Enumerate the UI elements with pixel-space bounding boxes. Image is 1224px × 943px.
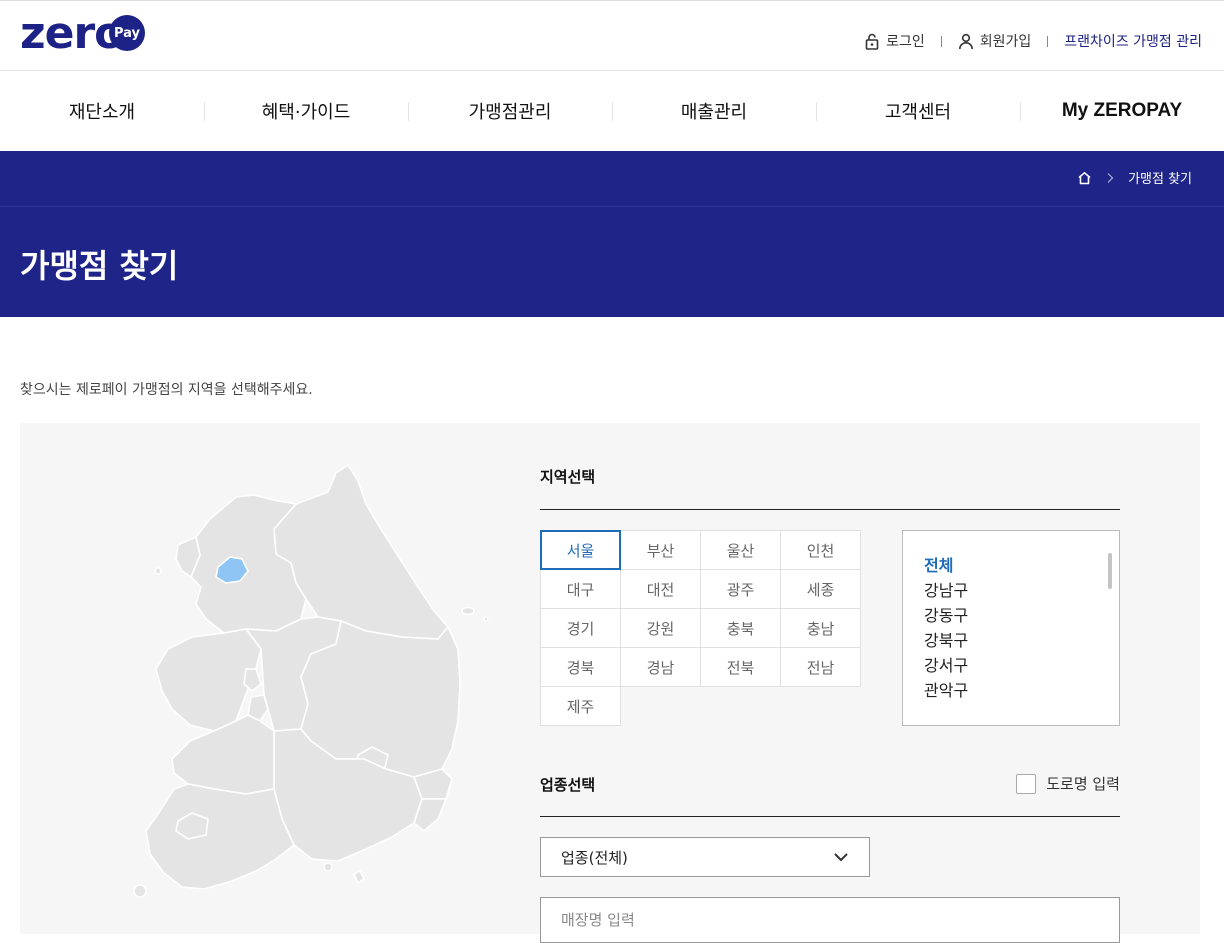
region-button-gangwon[interactable]: 강원 [620,608,701,648]
chevron-right-icon [1107,172,1114,183]
district-list[interactable]: 전체 강남구 강동구 강북구 강서구 관악구 [902,530,1120,726]
road-name-toggle[interactable]: 도로명 입력 [1016,773,1120,794]
nav-benefits-guide[interactable]: 혜택·가이드 [204,71,408,151]
signup-label: 회원가입 [979,34,1032,50]
util-divider [940,35,942,47]
breadcrumb-current[interactable]: 가맹점 찾기 [1128,168,1192,187]
breadcrumb: 가맹점 찾기 [1077,168,1192,187]
logo-pay-badge: Pay [109,15,145,51]
category-section-divider [540,816,1120,817]
category-select-title: 업종선택 [540,776,596,794]
region-button-daegu[interactable]: 대구 [540,569,621,609]
region-button-daejeon[interactable]: 대전 [620,569,701,609]
region-section-divider [540,509,1120,510]
korea-map [133,464,489,898]
map-region-jeonbuk [171,714,275,795]
map-island [353,870,365,884]
region-button-seoul[interactable]: 서울 [540,530,621,570]
nav-merchant-management[interactable]: 가맹점관리 [408,71,612,151]
search-panel: 지역선택 서울 부산 울산 인천 대구 대전 광주 세종 경기 강원 충북 충남… [20,423,1200,943]
region-button-jeonnam[interactable]: 전남 [780,647,861,687]
user-icon [958,33,973,49]
map-island [154,567,162,575]
map-island [133,884,147,898]
district-scrollbar[interactable] [1108,553,1112,589]
region-button-gwangju[interactable]: 광주 [700,569,781,609]
region-button-gyeongnam[interactable]: 경남 [620,647,701,687]
region-button-incheon[interactable]: 인천 [780,530,861,570]
map-island [483,616,489,622]
region-button-gyeongbuk[interactable]: 경북 [540,647,621,687]
main-nav: 재단소개 혜택·가이드 가맹점관리 매출관리 고객센터 My ZEROPAY [0,71,1224,151]
map-island [323,862,333,872]
district-item-gangnam[interactable]: 강남구 [924,578,968,603]
nav-foundation[interactable]: 재단소개 [0,71,204,151]
intro-text: 찾으시는 제로페이 가맹점의 지역을 선택해주세요. [20,382,313,398]
road-name-checkbox[interactable] [1016,773,1037,794]
zeropay-logo[interactable]: zero Pay [20,8,145,59]
utility-nav: 로그인 회원가입 프랜차이즈 가맹점 관리 [864,31,1202,51]
district-item-gangseo[interactable]: 강서구 [924,653,968,678]
district-item-gangbuk[interactable]: 강북구 [924,628,968,653]
home-icon[interactable] [1077,171,1092,185]
login-label: 로그인 [886,34,925,50]
signup-link[interactable]: 회원가입 [958,31,1032,51]
franchise-management-link[interactable]: 프랜차이즈 가맹점 관리 [1064,31,1202,51]
store-name-input[interactable] [540,897,1120,943]
region-button-gyeonggi[interactable]: 경기 [540,608,621,648]
road-name-label: 도로명 입력 [1046,775,1120,793]
nav-my-zeropay[interactable]: My ZEROPAY [1020,71,1224,151]
chevron-down-icon [834,853,848,862]
nav-customer-center[interactable]: 고객센터 [816,71,1020,151]
page-title: 가맹점 찾기 [20,247,179,285]
region-button-ulsan[interactable]: 울산 [700,530,781,570]
page-title-band: 가맹점 찾기 가맹점 찾기 [0,151,1224,317]
region-grid: 서울 부산 울산 인천 대구 대전 광주 세종 경기 강원 충북 충남 경북 경… [540,530,861,726]
region-button-chungbuk[interactable]: 충북 [700,608,781,648]
logo-text: zero [20,8,124,59]
map-island [461,606,475,616]
region-button-sejong[interactable]: 세종 [780,569,861,609]
top-header: zero Pay 로그인 회원가입 프랜차이즈 가맹점 관리 [0,0,1224,71]
band-divider [0,206,1224,207]
nav-sales-management[interactable]: 매출관리 [612,71,816,151]
category-select-value: 업종(전체) [561,848,628,867]
map-region-jeonnam [145,783,295,890]
login-link[interactable]: 로그인 [864,31,925,51]
district-item-gangdong[interactable]: 강동구 [924,603,968,628]
region-button-jeju[interactable]: 제주 [540,686,621,726]
region-button-busan[interactable]: 부산 [620,530,701,570]
region-button-chungnam[interactable]: 충남 [780,608,861,648]
lock-icon [865,33,879,50]
district-item-all[interactable]: 전체 [924,553,968,578]
district-item-gwanak[interactable]: 관악구 [924,678,968,703]
category-select[interactable]: 업종(전체) [540,837,870,877]
util-divider [1047,35,1049,47]
region-button-jeonbuk[interactable]: 전북 [700,647,781,687]
region-select-title: 지역선택 [540,468,596,486]
